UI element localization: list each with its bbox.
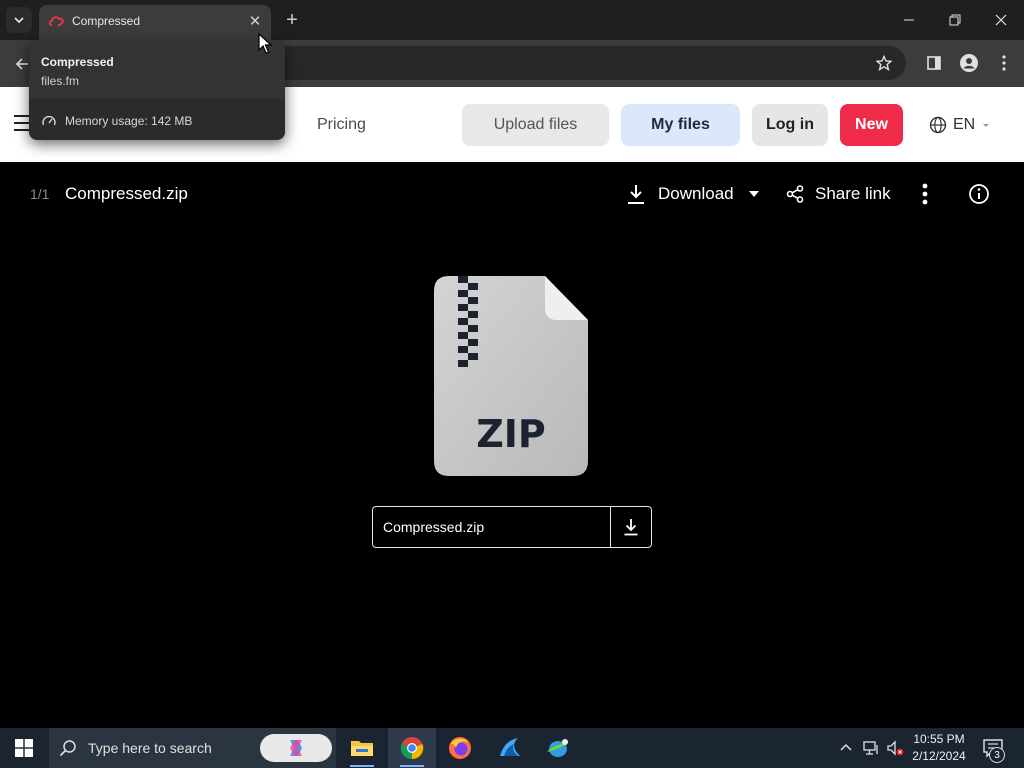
close-window-button[interactable] <box>978 0 1024 40</box>
hover-card-title: Compressed <box>41 55 114 69</box>
active-indicator <box>400 765 424 767</box>
start-button[interactable] <box>0 728 48 768</box>
info-icon <box>969 184 989 204</box>
close-icon <box>995 14 1007 26</box>
volume-muted-icon[interactable] <box>886 739 904 757</box>
copilot-button[interactable] <box>260 734 332 762</box>
language-label: EN <box>953 116 976 133</box>
language-selector[interactable]: EN <box>929 114 991 136</box>
mouse-cursor-icon <box>258 33 272 54</box>
minimize-button[interactable] <box>886 0 932 40</box>
kebab-menu-icon <box>1002 55 1006 71</box>
download-label: Download <box>658 184 734 203</box>
taskbar-app-blue[interactable] <box>486 728 534 768</box>
file-title: Compressed.zip <box>65 184 188 203</box>
login-button[interactable]: Log in <box>752 104 828 146</box>
notification-count-badge: 3 <box>989 747 1005 763</box>
tab-strip: Compressed ✕ + <box>0 0 1024 40</box>
pricing-link[interactable]: Pricing <box>317 116 366 134</box>
memory-usage-text: Memory usage: 142 MB <box>65 114 193 128</box>
zip-label: ZIP <box>476 412 546 456</box>
caret-down-icon <box>983 124 990 127</box>
profile-button[interactable] <box>957 51 981 75</box>
star-icon <box>876 55 892 71</box>
browser-menu-button[interactable] <box>994 51 1014 75</box>
taskbar: Type here to search 10:55 PM 2/12/2024 3 <box>0 728 1024 768</box>
firefox-icon <box>449 737 471 759</box>
taskbar-firefox[interactable] <box>436 728 484 768</box>
browser-tab[interactable]: Compressed ✕ <box>39 5 271 40</box>
file-download-button[interactable] <box>611 507 651 547</box>
filesfm-cloud-icon <box>48 16 64 27</box>
my-files-button[interactable]: My files <box>621 104 740 146</box>
hover-card-header <box>29 41 285 99</box>
share-link-label: Share link <box>815 184 891 203</box>
windows-logo-icon <box>15 739 33 757</box>
kebab-menu-icon <box>922 183 928 205</box>
search-placeholder: Type here to search <box>88 740 212 756</box>
tab-search-button[interactable] <box>6 7 32 33</box>
tab-hover-card: Compressed files.fm Memory usage: 142 MB <box>29 41 285 140</box>
chevron-down-icon <box>14 17 24 24</box>
info-button[interactable] <box>966 181 992 207</box>
file-name: Compressed.zip <box>383 519 485 535</box>
clock[interactable]: 10:55 PM 2/12/2024 <box>908 731 970 765</box>
share-link-button[interactable]: Share link <box>786 181 891 207</box>
taskbar-chrome[interactable] <box>388 728 436 768</box>
download-icon <box>628 185 644 204</box>
folder-icon <box>351 741 373 756</box>
taskbar-app-globe[interactable] <box>534 728 582 768</box>
upload-files-button[interactable]: Upload files <box>462 104 609 146</box>
restore-button[interactable] <box>932 0 978 40</box>
more-options-button[interactable] <box>914 181 936 207</box>
taskbar-search[interactable]: Type here to search <box>49 728 336 768</box>
tab-close-icon[interactable]: ✕ <box>245 11 265 31</box>
tab-title: Compressed <box>72 14 141 28</box>
globe-icon <box>929 116 947 134</box>
bookmark-button[interactable] <box>872 51 896 75</box>
arrow-left-icon <box>15 58 28 70</box>
restore-icon <box>949 14 961 26</box>
new-tab-button[interactable]: + <box>280 8 304 32</box>
active-indicator <box>350 765 374 767</box>
taskbar-file-explorer[interactable] <box>338 728 386 768</box>
clock-date: 2/12/2024 <box>912 749 966 763</box>
download-icon <box>624 519 638 536</box>
gauge-icon <box>42 115 56 126</box>
copilot-icon <box>290 740 302 756</box>
minimize-icon <box>904 19 914 21</box>
side-panel-button[interactable] <box>922 51 946 75</box>
download-manager-icon <box>547 739 569 757</box>
new-button[interactable]: New <box>840 104 903 146</box>
share-icon <box>786 185 804 203</box>
chrome-icon <box>400 737 424 760</box>
side-panel-icon <box>927 56 941 70</box>
network-icon[interactable] <box>862 739 880 757</box>
clock-time: 10:55 PM <box>913 732 965 746</box>
zip-file-icon: ZIP <box>434 276 588 476</box>
file-item[interactable]: Compressed.zip <box>372 506 652 548</box>
profile-icon <box>960 54 978 72</box>
search-icon <box>59 740 76 757</box>
caret-down-icon[interactable] <box>748 190 760 198</box>
page-counter: 1/1 <box>30 186 50 202</box>
hover-card-domain: files.fm <box>41 74 80 88</box>
viewer-toolbar: 1/1 Compressed.zip Download Share link <box>0 162 1024 224</box>
wave-app-icon <box>500 738 520 756</box>
chevron-up-icon[interactable] <box>838 740 854 756</box>
download-button[interactable]: Download <box>626 181 760 207</box>
